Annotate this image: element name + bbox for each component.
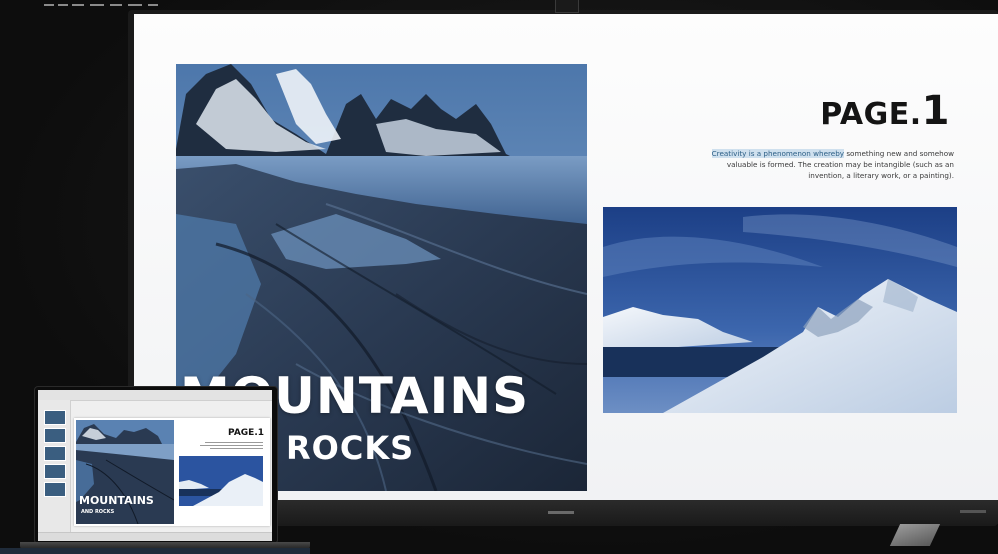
slide-thumbnail-icon[interactable] — [44, 464, 66, 479]
monitor-brand-mark — [960, 510, 986, 513]
slide-thumbnail-icon[interactable] — [44, 482, 66, 497]
menu-item[interactable] — [90, 4, 104, 6]
slide-thumbnail-icon[interactable] — [44, 428, 66, 443]
page-title: PAGE.1 — [790, 88, 950, 134]
page-label: PAGE. — [820, 97, 922, 132]
slide-title-sub: ROCKS — [286, 429, 415, 467]
app-statusbar — [38, 532, 272, 541]
mini-page-title[interactable]: PAGE.1 — [214, 426, 264, 440]
mini-description-line — [200, 445, 263, 446]
menu-item[interactable] — [148, 4, 158, 6]
menu-item[interactable] — [128, 4, 142, 6]
slide-thumbnail-icon[interactable] — [44, 446, 66, 461]
taskbar[interactable] — [0, 548, 310, 554]
mini-slide-title-main[interactable]: MOUNTAINS — [79, 494, 175, 508]
snowy-peak-photo — [603, 207, 957, 413]
mini-description-line — [205, 442, 263, 443]
mini-snowy-peak-photo[interactable] — [179, 456, 263, 506]
webcam-icon — [555, 0, 579, 13]
menu-item[interactable] — [58, 4, 68, 6]
menu-item[interactable] — [110, 4, 122, 6]
slide-thumbnail-icon[interactable] — [44, 410, 66, 425]
app-menubar[interactable] — [38, 390, 272, 401]
mini-slide-title-sub[interactable]: AND ROCKS — [81, 508, 141, 516]
page-description: Creativity is a phenomenon whereby somet… — [690, 148, 954, 181]
monitor-logo — [548, 511, 574, 514]
menu-item[interactable] — [72, 4, 84, 6]
page-number: 1 — [921, 88, 950, 134]
mini-description-line — [210, 448, 263, 449]
description-highlight: Creativity is a phenomenon whereby — [711, 149, 845, 158]
menu-item[interactable] — [44, 4, 54, 6]
